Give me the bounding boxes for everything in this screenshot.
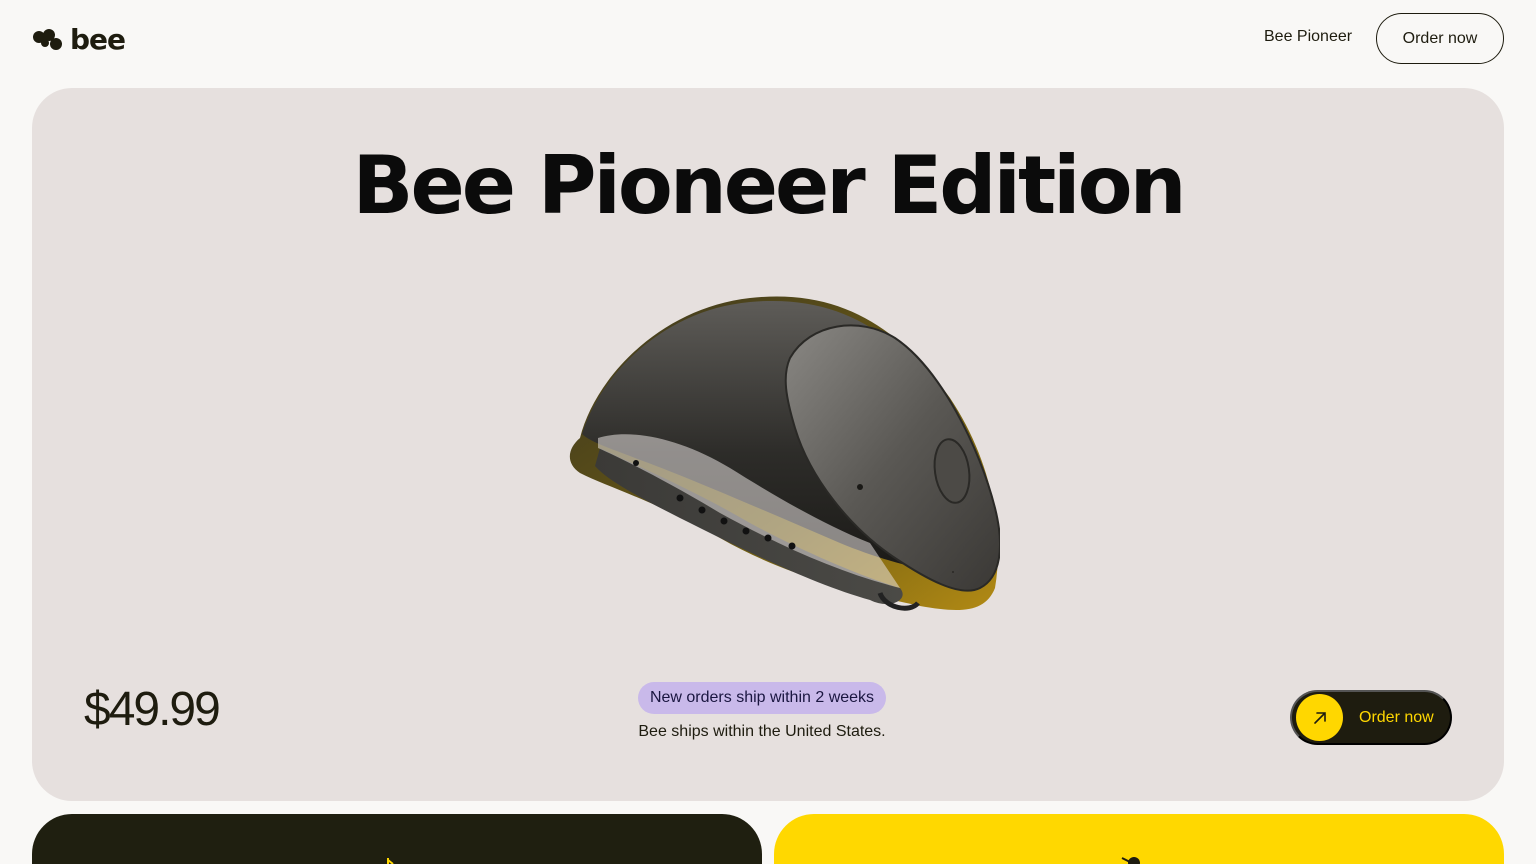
sparkle-icon [387,858,394,864]
product-image-bee-pioneer-band [569,296,1000,611]
shipping-note: Bee ships within the United States. [638,723,886,740]
arrow-up-right-icon [1313,711,1326,724]
nav-link-bee-pioneer[interactable]: Bee Pioneer [1264,27,1352,47]
shipping-badge: New orders ship within 2 weeks [637,682,887,714]
bee-icon [1121,857,1140,864]
bee-logo-icon [33,29,62,50]
order-button-circle [1296,694,1343,741]
site-header: bee Bee Pioneer Order now [0,0,1536,80]
bee-logo[interactable]: bee [32,23,126,56]
hero-card: Bee Pioneer Edition $49.99 New orders sh… [32,88,1504,801]
hero-order-label: Order now [1359,708,1434,726]
hero-order-now-button[interactable]: Order now [1290,690,1452,745]
feature-card-yellow [774,814,1504,864]
feature-card-dark [32,814,762,864]
page-title: Bee Pioneer Edition [352,139,1186,232]
header-order-now-button[interactable]: Order now [1376,13,1504,64]
logo-text: bee [70,23,126,56]
shipping-info: New orders ship within 2 weeks Bee ships… [32,682,1492,742]
